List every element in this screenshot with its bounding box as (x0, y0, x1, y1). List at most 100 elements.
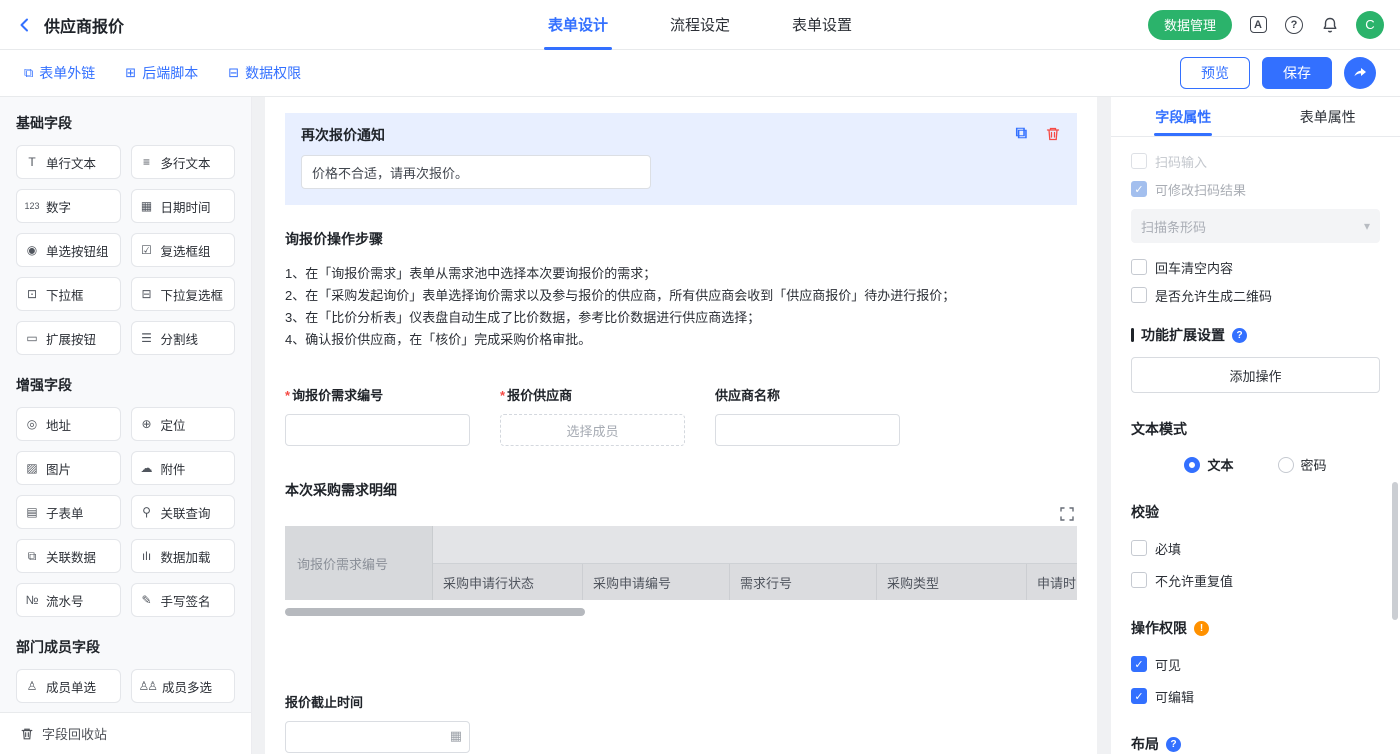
field-item-label: 图片 (46, 459, 71, 478)
radio-text-label: 文本 (1207, 455, 1233, 474)
scan-type-select[interactable]: 扫描条形码 ▾ (1131, 209, 1380, 243)
address-icon: ◎ (24, 417, 40, 431)
bell-icon[interactable] (1320, 15, 1340, 35)
radio-option-password[interactable]: 密码 (1278, 455, 1327, 474)
purchase-detail-table[interactable]: 询报价需求编号 采购申请行状态 采购申请编号 需求行号 采购类型 申请时间 (285, 526, 1077, 600)
field-item-label: 多行文本 (161, 153, 211, 172)
layout-title-row: 布局 ? (1131, 734, 1380, 754)
link-icon: ⧉ (24, 65, 33, 81)
tab-form-setting[interactable]: 表单设置 (788, 0, 856, 50)
field-item-select[interactable]: ⊡下拉框 (16, 277, 121, 311)
editable-label: 可编辑 (1155, 687, 1194, 706)
back-icon[interactable] (16, 16, 34, 34)
supplier-name-input[interactable] (715, 414, 900, 446)
permission-icon: ⊟ (228, 65, 239, 81)
field-item-extend-button[interactable]: ▭扩展按钮 (16, 321, 121, 355)
preview-button[interactable]: 预览 (1180, 57, 1250, 89)
quote-deadline-input[interactable] (285, 721, 470, 753)
field-quote-deadline[interactable]: 报价截止时间 ▦ (285, 692, 470, 753)
backend-script-link[interactable]: ⊞ 后端脚本 (125, 63, 198, 83)
field-item-checkbox-group[interactable]: ☑复选框组 (131, 233, 236, 267)
member-fields-grid: ♙成员单选 ♙♙成员多选 (16, 669, 235, 703)
notice-field-input[interactable] (301, 155, 651, 189)
step-line-4: 4、确认报价供应商，在「核价」完成采购价格审批。 (285, 329, 1077, 351)
field-item-address[interactable]: ◎地址 (16, 407, 121, 441)
field-item-sub-form[interactable]: ▤子表单 (16, 495, 121, 529)
member-multi-icon: ♙♙ (139, 679, 157, 693)
field-item-serial-number[interactable]: №流水号 (16, 583, 121, 617)
image-icon: ▨ (24, 461, 40, 475)
extension-help-icon[interactable]: ? (1232, 328, 1247, 343)
data-permission-link[interactable]: ⊟ 数据权限 (228, 63, 301, 83)
quote-supplier-select[interactable]: 选择成员 (500, 414, 685, 446)
selected-field-notice[interactable]: 再次报价通知 ⧉ (285, 113, 1077, 205)
scan-result-row: 可修改扫码结果 (1131, 175, 1380, 203)
share-button[interactable] (1344, 57, 1376, 89)
sub-form-icon: ▤ (24, 505, 40, 519)
field-quote-supplier[interactable]: *报价供应商 选择成员 (500, 385, 685, 446)
no-duplicate-checkbox[interactable] (1131, 572, 1147, 588)
field-supplier-name[interactable]: 供应商名称 (715, 385, 900, 446)
radio-option-text[interactable]: 文本 (1184, 455, 1233, 474)
copy-field-icon[interactable]: ⧉ (1016, 125, 1027, 143)
qr-allow-checkbox[interactable] (1131, 287, 1147, 303)
delete-field-icon[interactable] (1045, 126, 1061, 142)
tab-form-design[interactable]: 表单设计 (544, 0, 612, 50)
scan-input-checkbox[interactable] (1131, 153, 1147, 169)
field-item-label: 关联数据 (46, 547, 96, 566)
field-item-multi-select[interactable]: ⊟下拉复选框 (131, 277, 236, 311)
inquiry-number-label: *询报价需求编号 (285, 385, 470, 404)
field-item-linked-data[interactable]: ⧉ 关联数据 (16, 539, 121, 573)
field-inquiry-number[interactable]: *询报价需求编号 (285, 385, 470, 446)
field-item-location[interactable]: ⊕定位 (131, 407, 236, 441)
data-manage-button[interactable]: 数据管理 (1148, 10, 1232, 40)
permission-warning-icon[interactable]: ! (1194, 621, 1209, 636)
tab-field-properties[interactable]: 字段属性 (1111, 97, 1256, 136)
tab-form-properties[interactable]: 表单属性 (1256, 97, 1400, 136)
enter-clear-checkbox[interactable] (1131, 259, 1147, 275)
panel-scrollbar[interactable] (1392, 482, 1398, 620)
scan-result-checkbox[interactable] (1131, 181, 1147, 197)
table-toolbar (285, 506, 1075, 522)
fullscreen-expand-icon[interactable] (1059, 506, 1075, 522)
field-item-member-single[interactable]: ♙成员单选 (16, 669, 121, 703)
properties-panel: 字段属性 表单属性 扫码输入 可修改扫码结果 扫描条形码 ▾ 回车清空内容 (1110, 97, 1400, 754)
help-icon[interactable]: ? (1284, 15, 1304, 35)
field-item-member-multi[interactable]: ♙♙成员多选 (131, 669, 236, 703)
linked-data-icon: ⧉ (24, 549, 40, 564)
translate-icon[interactable]: A (1248, 15, 1268, 35)
tab-flow-setting[interactable]: 流程设定 (666, 0, 734, 50)
field-item-datetime[interactable]: ▦日期时间 (131, 189, 236, 223)
field-item-image[interactable]: ▨ 图片 (16, 451, 121, 485)
field-item-data-load[interactable]: ılı数据加载 (131, 539, 236, 573)
qr-allow-row: 是否允许生成二维码 (1131, 281, 1380, 309)
save-button[interactable]: 保存 (1262, 57, 1332, 89)
field-recycle-bin[interactable]: 字段回收站 (0, 712, 251, 754)
toolbar-actions: 预览 保存 (1180, 57, 1376, 89)
required-checkbox[interactable] (1131, 540, 1147, 556)
layout-help-icon[interactable]: ? (1166, 737, 1181, 752)
add-action-button[interactable]: 添加操作 (1131, 357, 1380, 393)
field-item-radio-group[interactable]: ◉单选按钮组 (16, 233, 121, 267)
field-action-icons: ⧉ (1016, 125, 1061, 143)
editable-checkbox[interactable] (1131, 688, 1147, 704)
avatar[interactable]: C (1356, 11, 1384, 39)
form-external-link[interactable]: ⧉ 表单外链 (24, 63, 95, 83)
field-item-linked-query[interactable]: ⚲关联查询 (131, 495, 236, 529)
field-item-single-line-text[interactable]: T单行文本 (16, 145, 121, 179)
enhanced-fields-grid: ◎地址 ⊕定位 ▨ 图片 ☁附件 ▤子表单 ⚲关联查询 ⧉ 关联数据 ılı数据加载… (16, 407, 235, 617)
inquiry-number-input[interactable] (285, 414, 470, 446)
table-horizontal-scrollbar[interactable] (285, 608, 585, 616)
enter-clear-label: 回车清空内容 (1155, 258, 1233, 277)
field-item-divider[interactable]: ☰分割线 (131, 321, 236, 355)
field-item-number[interactable]: 123数字 (16, 189, 121, 223)
no-duplicate-row: 不允许重复值 (1131, 566, 1380, 594)
visible-checkbox[interactable] (1131, 656, 1147, 672)
field-item-multi-line-text[interactable]: ≡多行文本 (131, 145, 236, 179)
scan-result-label: 可修改扫码结果 (1155, 180, 1246, 199)
field-item-attachment[interactable]: ☁附件 (131, 451, 236, 485)
serial-number-icon: № (24, 593, 40, 607)
scan-input-label: 扫码输入 (1155, 152, 1207, 171)
top-header: 供应商报价 表单设计 流程设定 表单设置 数据管理 A ? C (0, 0, 1400, 50)
field-item-signature[interactable]: ✎手写签名 (131, 583, 236, 617)
